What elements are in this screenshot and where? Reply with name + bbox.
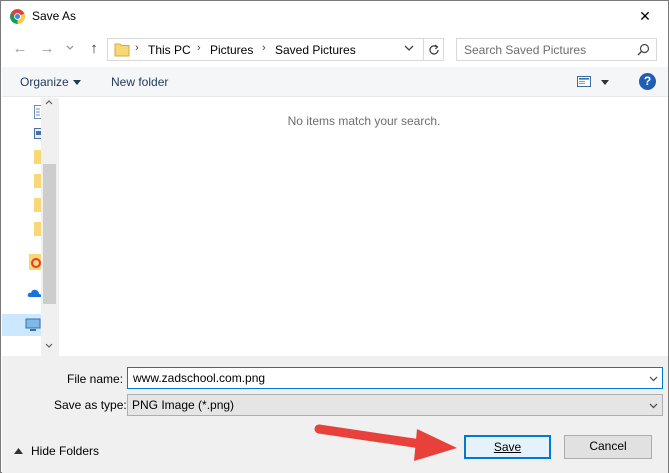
cancel-label: Cancel (589, 439, 627, 453)
caret-down-icon[interactable] (601, 80, 609, 85)
view-icon[interactable] (577, 76, 591, 87)
breadcrumb-this-pc[interactable]: This PC (148, 43, 191, 57)
help-icon[interactable]: ? (639, 73, 656, 90)
chevron-up-icon (14, 448, 23, 454)
cancel-button[interactable]: Cancel (564, 435, 652, 459)
chevron-down-icon[interactable] (45, 343, 53, 348)
close-button[interactable]: ✕ (622, 1, 668, 32)
refresh-button[interactable] (423, 38, 444, 61)
forward-icon: → (39, 39, 55, 57)
caret-down-icon (73, 80, 81, 85)
chevron-down-icon (649, 403, 658, 409)
save-as-type-select[interactable]: PNG Image (*.png) (127, 394, 663, 416)
command-bar: Organize New folder ? (2, 67, 668, 97)
chevron-down-icon[interactable] (404, 45, 414, 51)
back-icon: ← (12, 39, 28, 57)
save-as-type-value: PNG Image (*.png) (132, 398, 235, 412)
search-input[interactable]: Search Saved Pictures (456, 38, 657, 61)
organize-button[interactable]: Organize (20, 75, 69, 89)
file-list-pane[interactable]: No items match your search. (58, 98, 668, 356)
up-icon: ↑ (90, 39, 98, 57)
computer-icon (25, 318, 41, 331)
breadcrumb-separator: › (197, 42, 201, 54)
close-icon: ✕ (639, 8, 651, 24)
new-folder-button[interactable]: New folder (111, 75, 168, 89)
hide-folders-label: Hide Folders (31, 444, 100, 458)
search-placeholder: Search Saved Pictures (464, 43, 587, 57)
folder-icon (114, 43, 130, 57)
chrome-icon (10, 9, 25, 24)
breadcrumb-saved-pictures[interactable]: Saved Pictures (275, 43, 356, 57)
save-label: Save (493, 440, 522, 454)
file-name-input[interactable]: www.zadschool.com.png (127, 367, 663, 389)
empty-message: No items match your search. (287, 114, 441, 128)
refresh-icon (429, 43, 439, 55)
onedrive-icon[interactable] (27, 288, 42, 298)
scroll-thumb[interactable] (43, 164, 56, 304)
title-bar: Save As ✕ (1, 1, 668, 32)
this-pc-nav-item[interactable] (2, 314, 41, 336)
breadcrumb-separator: › (135, 42, 139, 54)
back-button[interactable]: ← (11, 39, 29, 57)
file-name-label: File name: (67, 372, 124, 386)
recent-locations-button[interactable] (64, 39, 76, 57)
breadcrumb-separator: › (262, 42, 266, 54)
up-button[interactable]: ↑ (85, 39, 103, 57)
forward-button[interactable]: → (38, 39, 56, 57)
breadcrumb-pictures[interactable]: Pictures (210, 43, 253, 57)
address-bar[interactable]: › This PC › Pictures › Saved Pictures (107, 38, 444, 61)
file-name-value: www.zadschool.com.png (133, 371, 266, 385)
hide-folders-button[interactable]: Hide Folders (14, 444, 99, 458)
recent-icon (66, 45, 74, 50)
chevron-up-icon[interactable] (45, 100, 53, 105)
save-as-type-label: Save as type: (54, 398, 127, 412)
window-title: Save As (32, 9, 77, 23)
nav-scrollbar[interactable] (41, 98, 58, 356)
chevron-down-icon[interactable] (649, 376, 658, 382)
search-icon (637, 43, 650, 56)
save-as-dialog: Save As ✕ ← → ↑ › This PC › Pictures › S… (0, 0, 669, 473)
save-button[interactable]: Save (464, 435, 551, 459)
